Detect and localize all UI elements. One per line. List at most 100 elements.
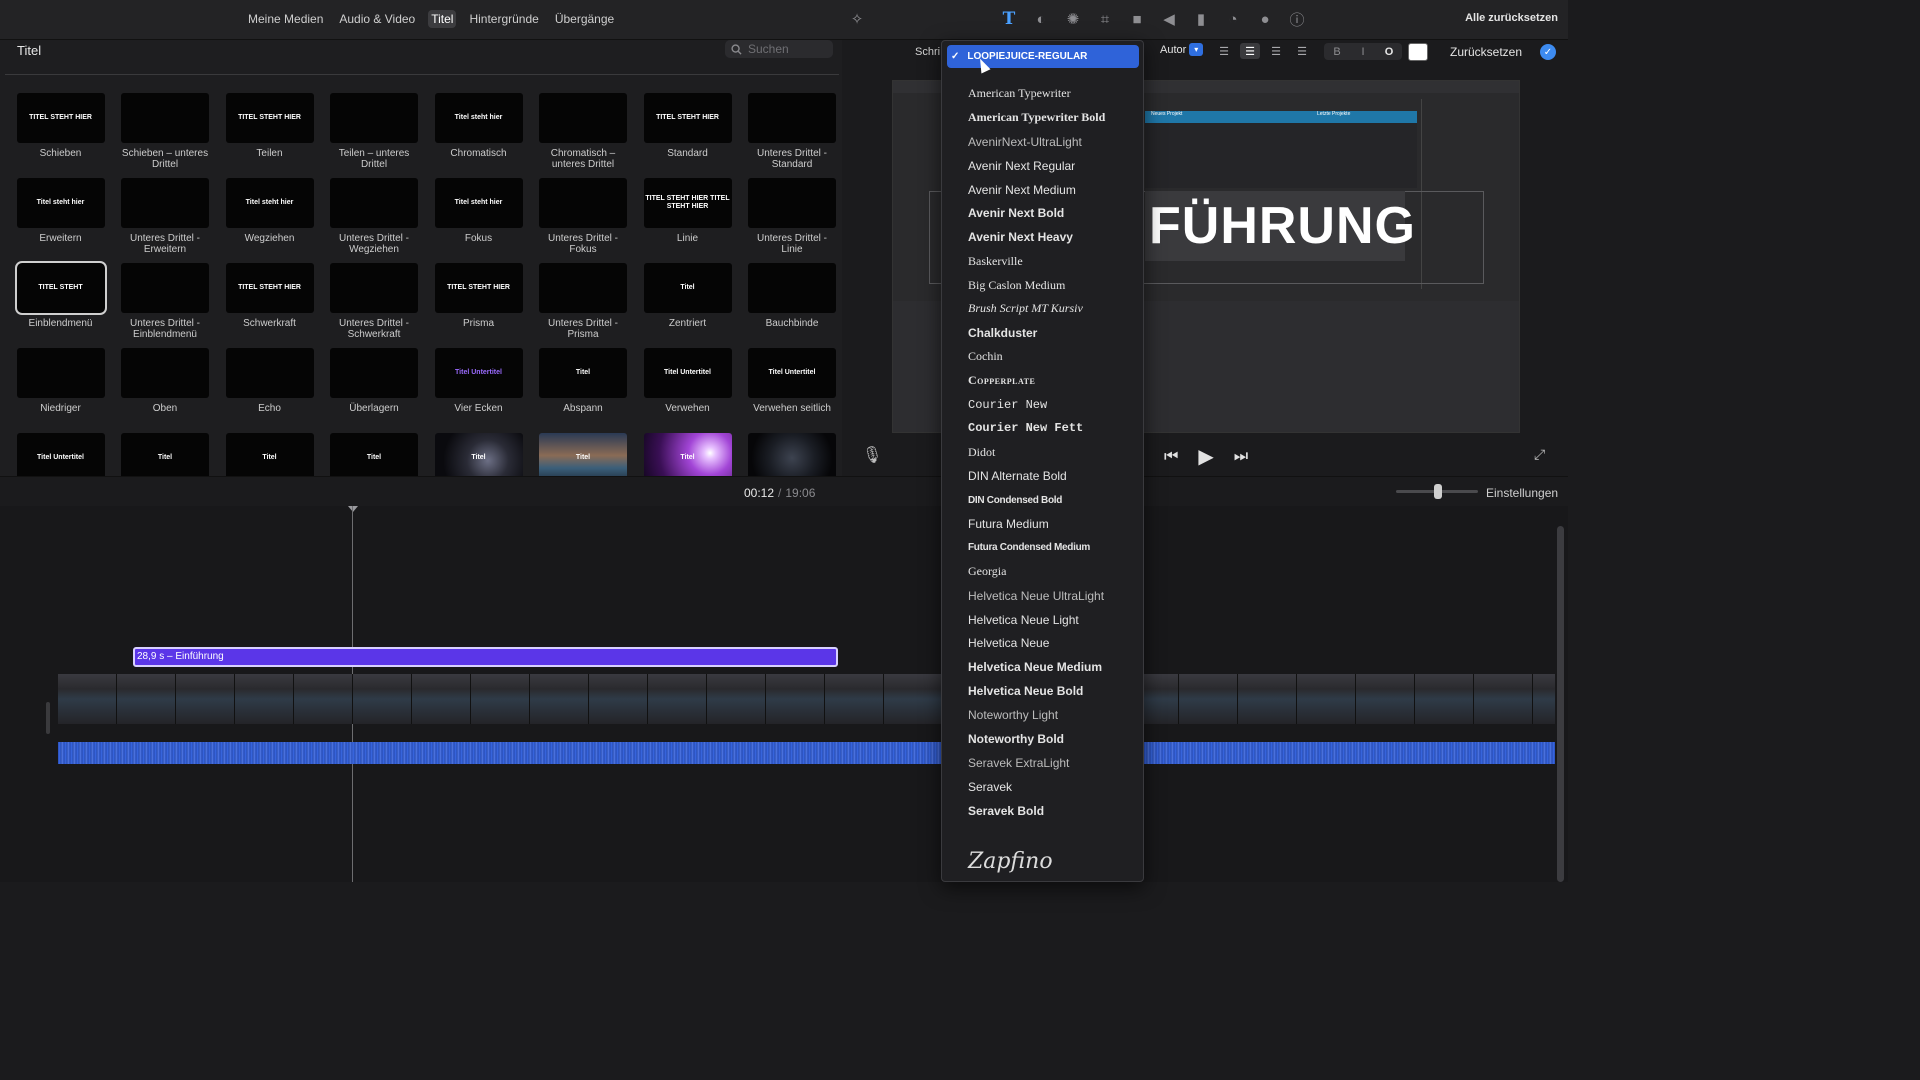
title-thumbnail[interactable]: Titel Untertitel — [643, 348, 732, 398]
title-tile[interactable]: Titel Untertitel Verwehen seitlich — [746, 348, 839, 433]
title-thumbnail[interactable] — [225, 348, 314, 398]
font-menu-item[interactable]: Seravek ExtraLight — [968, 751, 1143, 775]
font-menu-item[interactable]: Avenir Next Regular — [968, 154, 1143, 178]
font-menu-item[interactable]: Noteworthy Bold — [968, 727, 1143, 751]
outline-button[interactable]: O — [1376, 43, 1402, 60]
title-tile[interactable]: Unteres Drittel - Schwerkraft — [328, 263, 421, 348]
title-thumbnail[interactable] — [330, 178, 418, 228]
font-menu-item[interactable]: Seravek — [968, 775, 1143, 799]
title-thumbnail[interactable]: TITEL STEHT HIER — [225, 263, 314, 313]
title-thumbnail[interactable] — [121, 178, 209, 228]
color-balance-icon[interactable]: ◐ — [1030, 8, 1052, 30]
title-tile[interactable]: Schieben – unteres Drittel — [119, 93, 212, 178]
microphone-icon[interactable]: 🎙 — [862, 445, 882, 465]
text-color-swatch[interactable] — [1408, 43, 1428, 61]
volume-icon[interactable]: ◀ — [1158, 8, 1180, 30]
title-tile[interactable]: Titel steht hier Wegziehen — [223, 178, 316, 263]
video-track[interactable] — [58, 674, 1555, 724]
title-tile[interactable]: Titel Untertitel Verwehen — [641, 348, 734, 433]
font-menu-item[interactable]: Georgia — [968, 560, 1143, 584]
font-menu-item[interactable]: Futura Medium — [968, 512, 1143, 536]
title-thumbnail[interactable]: TITEL STEHT HIER — [434, 263, 523, 313]
title-thumbnail[interactable] — [16, 348, 105, 398]
font-menu-item[interactable]: Chalkduster — [968, 321, 1143, 345]
text-icon[interactable]: T — [998, 8, 1020, 30]
title-thumbnail[interactable]: Titel steht hier — [434, 93, 523, 143]
title-thumbnail[interactable]: TITEL STEHT — [14, 261, 107, 315]
tab-audio-video[interactable]: Audio & Video — [336, 10, 418, 28]
title-tile[interactable]: Titel Abspann — [537, 348, 630, 433]
font-menu-item[interactable]: Avenir Next Bold — [968, 201, 1143, 225]
color-wheel-icon[interactable]: ✺ — [1062, 8, 1084, 30]
title-thumbnail[interactable] — [330, 93, 418, 143]
font-menu-item-selected[interactable]: ✓ LOOPIEJUICE-REGULAR — [947, 45, 1139, 68]
title-tile[interactable]: Unteres Drittel - Wegziehen — [328, 178, 421, 263]
title-tile[interactable]: Überlagern — [328, 348, 421, 433]
skip-forward-icon[interactable]: ⏭ — [1234, 448, 1248, 466]
italic-button[interactable]: I — [1350, 43, 1376, 60]
title-thumbnail[interactable] — [539, 178, 627, 228]
audio-waveform[interactable] — [58, 742, 1555, 764]
settings-button[interactable]: Einstellungen — [1486, 486, 1558, 500]
font-menu-item[interactable]: Copperplate — [968, 369, 1143, 393]
title-tile[interactable]: TITEL STEHT HIER Teilen — [223, 93, 316, 178]
font-menu-item[interactable]: Helvetica Neue Bold — [968, 679, 1143, 703]
title-tile[interactable]: Bauchbinde — [746, 263, 839, 348]
bold-button[interactable]: B — [1324, 43, 1350, 60]
font-menu-item-zapfino[interactable]: Zapfino — [968, 849, 1053, 874]
equalizer-icon[interactable]: ▮ — [1190, 8, 1212, 30]
title-tile[interactable]: Unteres Drittel - Fokus — [537, 178, 630, 263]
font-menu-item[interactable]: Cochin — [968, 345, 1143, 369]
font-menu-item[interactable]: Courier New — [968, 393, 1143, 417]
title-tile[interactable]: Teilen – unteres Drittel — [328, 93, 421, 178]
title-thumbnail[interactable] — [121, 263, 209, 313]
font-menu-item[interactable]: American Typewriter — [968, 82, 1143, 106]
title-tile[interactable]: TITEL STEHT HIER Prisma — [432, 263, 525, 348]
tab-hintergruende[interactable]: Hintergründe — [466, 10, 541, 28]
title-tile[interactable]: Unteres Drittel - Linie — [746, 178, 839, 263]
title-thumbnail[interactable]: TITEL STEHT HIER — [16, 93, 105, 143]
title-thumbnail[interactable] — [539, 263, 627, 313]
title-thumbnail[interactable] — [539, 93, 627, 143]
title-thumbnail[interactable]: Titel — [643, 263, 732, 313]
font-menu-item[interactable]: Futura Condensed Medium — [968, 536, 1143, 560]
font-menu-item[interactable]: Helvetica Neue Light — [968, 608, 1143, 632]
title-tile[interactable]: Niedriger — [14, 348, 107, 433]
title-thumbnail[interactable] — [330, 263, 418, 313]
font-menu-item[interactable]: DIN Condensed Bold — [968, 488, 1143, 512]
font-menu-item[interactable]: Helvetica Neue — [968, 631, 1143, 655]
font-menu-item[interactable]: Didot — [968, 440, 1143, 464]
font-menu-item[interactable]: Courier New Fett — [968, 416, 1143, 440]
title-tile[interactable]: Oben — [119, 348, 212, 433]
track-handle[interactable] — [46, 702, 50, 734]
title-tile[interactable]: Titel steht hier Fokus — [432, 178, 525, 263]
reset-all-button[interactable]: Alle zurücksetzen — [1465, 12, 1558, 24]
crop-icon[interactable]: ⌗ — [1094, 8, 1116, 30]
reset-button[interactable]: Zurücksetzen — [1450, 45, 1522, 59]
speed-icon[interactable]: ◔ — [1222, 8, 1244, 30]
title-clip[interactable]: 28,9 s – Einführung — [133, 647, 838, 667]
font-menu-item[interactable]: AvenirNext-UltraLight — [968, 130, 1143, 154]
title-tile[interactable]: Unteres Drittel - Erweitern — [119, 178, 212, 263]
font-menu-item[interactable]: Avenir Next Heavy — [968, 225, 1143, 249]
font-menu-item[interactable]: Seravek Bold — [968, 799, 1143, 823]
align-left-icon[interactable]: ☰ — [1214, 43, 1234, 59]
font-menu-item[interactable]: Helvetica Neue UltraLight — [968, 584, 1143, 608]
font-menu-item[interactable]: American Typewriter Bold — [968, 106, 1143, 130]
title-tile[interactable]: Titel steht hier Erweitern — [14, 178, 107, 263]
title-tile[interactable]: TITEL STEHT Einblendmenü — [14, 261, 107, 348]
title-thumbnail[interactable]: Titel Untertitel — [748, 348, 836, 398]
title-thumbnail[interactable] — [748, 93, 836, 143]
title-tile[interactable]: TITEL STEHT HIER Schwerkraft — [223, 263, 316, 348]
title-tile[interactable]: Titel Untertitel Vier Ecken — [432, 348, 525, 433]
timeline-scrollbar[interactable] — [1557, 526, 1564, 882]
title-thumbnail[interactable] — [330, 348, 418, 398]
title-thumbnail[interactable] — [748, 263, 836, 313]
zoom-slider-knob[interactable] — [1434, 484, 1442, 499]
checkmark-icon[interactable]: ✓ — [1540, 44, 1556, 60]
title-thumbnail[interactable]: Titel — [539, 348, 627, 398]
font-menu-item[interactable]: DIN Alternate Bold — [968, 464, 1143, 488]
font-menu-item[interactable]: Noteworthy Light — [968, 703, 1143, 727]
fullscreen-icon[interactable]: ⤢ — [1534, 446, 1545, 463]
title-thumbnail[interactable]: TITEL STEHT HIER — [643, 93, 732, 143]
